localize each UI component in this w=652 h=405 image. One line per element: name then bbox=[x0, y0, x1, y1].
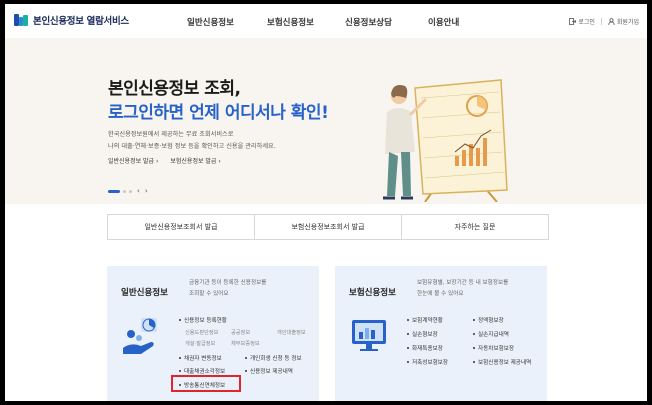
site-header: 본인신용정보 열람서비스 일반신용정보 보험신용정보 신용정보상담 이용안내 로… bbox=[5, 4, 647, 38]
item-indemnity-payout[interactable]: 실손지급내역 bbox=[473, 330, 509, 338]
item-label: 보험신용정보 제공내역 bbox=[478, 360, 532, 366]
insurance-credit-title: 보험신용정보 bbox=[349, 288, 396, 298]
hero-links: 일반신용정보 발급 › 보험신용정보 발급 › bbox=[108, 156, 221, 165]
insurance-desc-line-2: 한눈에 볼 수 있어요 bbox=[417, 291, 464, 297]
item-loan-writeoff[interactable]: 대출채권소각정보 bbox=[179, 367, 225, 375]
quick-insurance-issue[interactable]: 보험신용정보조회서 발급 bbox=[255, 215, 402, 239]
item-fire-special[interactable]: 화재특종보장 bbox=[407, 344, 443, 352]
subitem-open-issue[interactable]: 개설·발급정보 bbox=[185, 340, 215, 347]
browser-viewport: 본인신용정보 열람서비스 일반신용정보 보험신용정보 신용정보상담 이용안내 로… bbox=[5, 4, 647, 401]
hand-chart-icon bbox=[123, 318, 157, 354]
item-savings-insurance[interactable]: 저축성보험보장 bbox=[407, 358, 448, 366]
item-creditor-change[interactable]: 채권자 변동정보 bbox=[179, 354, 222, 362]
general-desc-line-1: 금융기관 등이 등록한 신용정보를 bbox=[189, 280, 267, 286]
quick-faq[interactable]: 자주하는 질문 bbox=[402, 215, 548, 239]
hero-description: 한국신용정보원에서 제공하는 무료 조회서비스로 나의 대출·연체·보증·보험 … bbox=[108, 129, 276, 153]
join-link[interactable]: 회원가입 bbox=[608, 17, 639, 26]
hero-link-general-issue[interactable]: 일반신용정보 발급 › bbox=[108, 156, 158, 165]
item-label: 저축성보험보장 bbox=[412, 360, 449, 366]
login-label: 로그인 bbox=[578, 19, 595, 26]
general-desc-line-2: 조회할 수 있어요 bbox=[189, 291, 229, 297]
item-insurance-contract[interactable]: 보험계약현황 bbox=[407, 316, 443, 324]
insurance-credit-desc: 보험유형별, 보장기간 등 내 보험정보를 한눈에 볼 수 있어요 bbox=[417, 278, 508, 300]
bullet-icon bbox=[245, 370, 247, 372]
item-label: 대출채권소각정보 bbox=[184, 369, 226, 375]
bullet-icon bbox=[179, 357, 181, 359]
highlight-telecom-overdue bbox=[171, 375, 241, 392]
hero-desc-line-1: 한국신용정보원에서 제공하는 무료 조회서비스로 bbox=[108, 131, 234, 138]
item-rehabilitation[interactable]: 개인회생 신청 등 정보 bbox=[245, 354, 302, 362]
bullet-icon bbox=[473, 347, 475, 349]
item-label: 신용정보 등록현황 bbox=[184, 318, 227, 324]
quick-general-issue[interactable]: 일반신용정보조회서 발급 bbox=[108, 215, 255, 239]
item-indemnity-coverage[interactable]: 실손형보장 bbox=[407, 330, 438, 338]
bullet-icon bbox=[245, 357, 247, 359]
hero-banner: 본인신용정보 조회, 로그인하면 언제 어디서나 확인! 한국신용정보원에서 제… bbox=[5, 38, 647, 204]
nav-insurance-credit[interactable]: 보험신용정보 bbox=[267, 16, 314, 28]
nav-general-credit[interactable]: 일반신용정보 bbox=[187, 16, 234, 28]
hero-title: 본인신용정보 조회, bbox=[108, 79, 241, 99]
user-icon bbox=[608, 18, 615, 25]
main-nav: 일반신용정보 보험신용정보 신용정보상담 이용안내 bbox=[5, 16, 647, 28]
subitem-public-info[interactable]: 공공정보 bbox=[231, 329, 250, 336]
item-label: 채권자 변동정보 bbox=[184, 356, 222, 362]
item-info-provision[interactable]: 신용정보 제공내역 bbox=[245, 367, 293, 375]
utility-menu: 로그인 회원가입 bbox=[569, 17, 639, 26]
item-label: 실손지급내역 bbox=[478, 332, 509, 338]
join-label: 회원가입 bbox=[616, 19, 639, 26]
bullet-icon bbox=[473, 361, 475, 363]
pager-prev-button[interactable]: ‹ bbox=[137, 188, 140, 195]
item-label: 화재특종보장 bbox=[412, 346, 443, 352]
quick-menu: 일반신용정보조회서 발급 보험신용정보조회서 발급 자주하는 질문 bbox=[107, 214, 549, 240]
bullet-icon bbox=[407, 319, 409, 321]
login-icon bbox=[569, 18, 577, 25]
item-label: 신용정보 제공내역 bbox=[250, 369, 293, 375]
insurance-desc-line-1: 보험유형별, 보장기간 등 내 보험정보를 bbox=[417, 280, 509, 286]
subitem-guarantee[interactable]: 채무보증정보 bbox=[231, 340, 260, 347]
item-insurance-provision[interactable]: 보험신용정보 제공내역 bbox=[473, 358, 531, 366]
bullet-icon bbox=[473, 319, 475, 321]
bullet-icon bbox=[407, 347, 409, 349]
item-label: 개인회생 신청 등 정보 bbox=[250, 356, 302, 362]
general-credit-title: 일반신용정보 bbox=[121, 288, 168, 298]
bullet-icon bbox=[473, 333, 475, 335]
login-link[interactable]: 로그인 bbox=[569, 17, 595, 26]
insurance-credit-card: 보험신용정보 보험유형별, 보장기간 등 내 보험정보를 한눈에 볼 수 있어요… bbox=[335, 266, 547, 401]
item-label: 정액형보장 bbox=[478, 318, 504, 324]
bullet-icon bbox=[407, 361, 409, 363]
item-credit-status[interactable]: 신용정보 등록현황 bbox=[179, 316, 227, 324]
utility-divider bbox=[600, 18, 602, 25]
item-fixed-coverage[interactable]: 정액형보장 bbox=[473, 316, 504, 324]
item-label: 실손형보장 bbox=[412, 332, 438, 338]
pager-dot[interactable] bbox=[123, 190, 126, 193]
bullet-icon bbox=[179, 370, 181, 372]
pager-dot[interactable] bbox=[129, 190, 132, 193]
presenter-illustration bbox=[383, 79, 508, 202]
monitor-chart-icon bbox=[352, 320, 386, 351]
item-label: 보험계약현황 bbox=[412, 318, 443, 324]
item-car-insurance[interactable]: 자동차보험보장 bbox=[473, 344, 514, 352]
subitem-personal-loan[interactable]: 개인대출정보 bbox=[277, 329, 306, 336]
hero-subtitle: 로그인하면 언제 어디서나 확인! bbox=[108, 103, 329, 123]
subitem-credit-judgment[interactable]: 신용도판단정보 bbox=[185, 329, 218, 336]
pager-active-indicator[interactable] bbox=[108, 190, 120, 193]
bullet-icon bbox=[179, 319, 181, 321]
item-label: 자동차보험보장 bbox=[478, 346, 515, 352]
general-credit-desc: 금융기관 등이 등록한 신용정보를 조회할 수 있어요 bbox=[189, 278, 266, 300]
hero-link-insurance-issue[interactable]: 보험신용정보 발급 › bbox=[170, 156, 220, 165]
general-credit-card: 일반신용정보 금융기관 등이 등록한 신용정보를 조회할 수 있어요 신용정보 … bbox=[107, 266, 319, 401]
hero-desc-line-2: 나의 대출·연체·보증·보험 정보 등을 확인하고 신용을 관리하세요. bbox=[108, 143, 276, 150]
bullet-icon bbox=[407, 333, 409, 335]
nav-usage-guide[interactable]: 이용안내 bbox=[428, 16, 459, 28]
nav-credit-consult[interactable]: 신용정보상담 bbox=[345, 16, 392, 28]
carousel-pager: ‹ › bbox=[108, 188, 148, 195]
pager-next-button[interactable]: › bbox=[145, 188, 148, 195]
